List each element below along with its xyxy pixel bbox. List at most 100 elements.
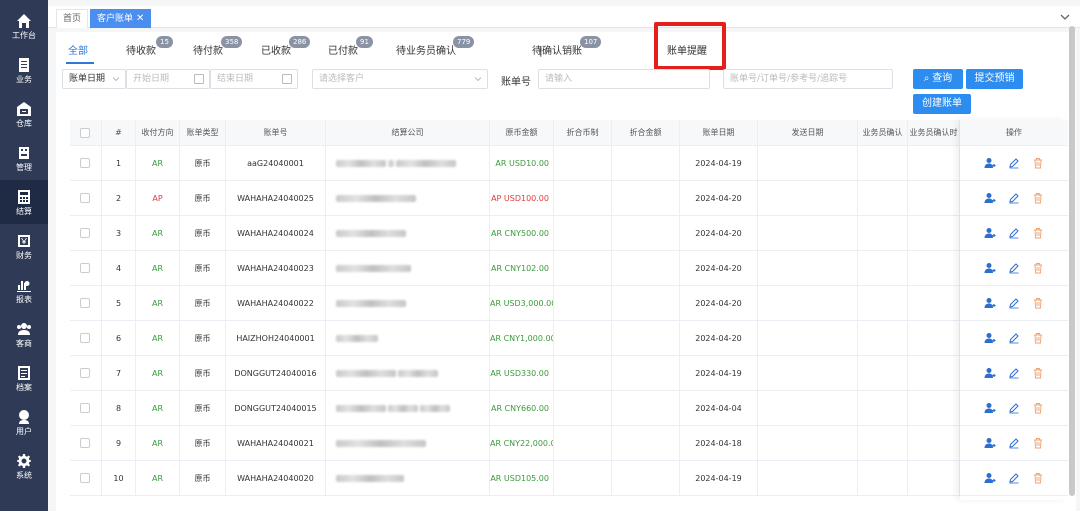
sidebar-item-business[interactable]: 业务 — [0, 48, 48, 92]
table-row[interactable]: 7 AR 原币 DONGGUT24040016 AR USD330.00 2024-04-… — [70, 356, 1068, 391]
edit-icon[interactable] — [1008, 227, 1020, 239]
delete-icon[interactable] — [1032, 332, 1044, 344]
row-checkbox[interactable] — [80, 438, 90, 448]
status-tab-pending-salesman[interactable]: 待业务员确认 779 — [396, 36, 475, 60]
date-type-select[interactable]: 账单日期 — [62, 69, 126, 89]
assign-user-icon[interactable] — [984, 472, 996, 484]
sidebar-item-customers[interactable]: 客商 — [0, 312, 48, 356]
cell-conv-currency — [554, 321, 612, 356]
cell-conv-currency — [554, 286, 612, 321]
submit-writeoff-button[interactable]: 提交预销 — [966, 69, 1023, 89]
vertical-scrollbar[interactable] — [1069, 26, 1075, 496]
close-icon[interactable]: ✕ — [136, 13, 144, 24]
status-tab-received[interactable]: 已收款 286 — [261, 36, 311, 60]
table-row[interactable]: 5 AR 原币 WAHAHA24040022 AR USD3,000.00 2024-04… — [70, 286, 1068, 321]
assign-user-icon[interactable] — [984, 262, 996, 274]
count-badge: 358 — [221, 36, 243, 48]
cell-bill-date: 2024-04-19 — [680, 356, 758, 391]
delete-icon[interactable] — [1032, 192, 1044, 204]
status-tab-pending-receipt[interactable]: 待收款 15 — [126, 36, 173, 60]
status-tab-pending-writeoff[interactable]: 待确认销账 107 — [532, 36, 602, 60]
row-checkbox[interactable] — [80, 193, 90, 203]
status-tab-pending-payment[interactable]: 待付款 358 — [193, 36, 243, 60]
assign-user-icon[interactable] — [984, 297, 996, 309]
delete-icon[interactable] — [1032, 472, 1044, 484]
assign-user-icon[interactable] — [984, 157, 996, 169]
cell-direction: AR — [136, 321, 180, 356]
sidebar-item-report[interactable]: 报表 — [0, 268, 48, 312]
edit-icon[interactable] — [1008, 367, 1020, 379]
status-tab-paid[interactable]: 已付款 91 — [328, 36, 373, 60]
row-checkbox[interactable] — [80, 263, 90, 273]
chevron-down-icon[interactable] — [1058, 10, 1072, 24]
cell-direction: AR — [136, 216, 180, 251]
reference-search-input[interactable]: 账单号/订单号/参考号/追踪号 — [723, 69, 893, 89]
table-row[interactable]: 10 AR 原币 WAHAHA24040020 AR USD105.00 2024-04-… — [70, 461, 1068, 496]
table-row[interactable]: 8 AR 原币 DONGGUT24040015 AR CNY660.00 2024-04-… — [70, 391, 1068, 426]
edit-icon[interactable] — [1008, 157, 1020, 169]
table-row[interactable]: 2 AP 原币 WAHAHA24040025 AP USD100.00 2024-04-2… — [70, 181, 1068, 216]
delete-icon[interactable] — [1032, 367, 1044, 379]
delete-icon[interactable] — [1032, 157, 1044, 169]
status-tab-all[interactable]: 全部 — [68, 44, 88, 60]
delete-icon[interactable] — [1032, 402, 1044, 414]
assign-user-icon[interactable] — [984, 402, 996, 414]
customer-select[interactable]: 请选择客户 — [312, 69, 488, 89]
row-checkbox[interactable] — [80, 298, 90, 308]
cell-direction: AR — [136, 391, 180, 426]
delete-icon[interactable] — [1032, 262, 1044, 274]
tab-home[interactable]: 首页 — [56, 9, 89, 28]
tab-customer-bills[interactable]: 客户账单 ✕ — [90, 9, 152, 28]
edit-icon[interactable] — [1008, 437, 1020, 449]
start-date-input[interactable]: 开始日期 — [126, 69, 210, 89]
assign-user-icon[interactable] — [984, 367, 996, 379]
cell-company — [326, 461, 490, 496]
sidebar-item-user[interactable]: 用户 — [0, 400, 48, 444]
sidebar-item-settlement[interactable]: 结算 — [0, 180, 48, 224]
assign-user-icon[interactable] — [984, 227, 996, 239]
edit-icon[interactable] — [1008, 402, 1020, 414]
sidebar-item-system[interactable]: 系统 — [0, 444, 48, 488]
assign-user-icon[interactable] — [984, 192, 996, 204]
assign-user-icon[interactable] — [984, 332, 996, 344]
calendar-icon — [194, 74, 204, 84]
row-checkbox[interactable] — [80, 368, 90, 378]
cell-conv-currency — [554, 216, 612, 251]
row-checkbox[interactable] — [80, 333, 90, 343]
table-row[interactable]: 1 AR 原币 aaG24040001 AR USD10.00 2024-04-19 — [70, 146, 1068, 181]
sidebar-item-warehouse[interactable]: 仓库 — [0, 92, 48, 136]
cell-salesman-confirm-time — [908, 146, 960, 181]
edit-icon[interactable] — [1008, 262, 1020, 274]
query-button[interactable]: ⌕ 查询 — [913, 69, 963, 89]
table-row[interactable]: 6 AR 原币 HAIZHOH24040001 AR CNY1,000.00 2024-0… — [70, 321, 1068, 356]
table-row[interactable]: 9 AR 原币 WAHAHA24040021 AR CNY22,000.00 2024-0… — [70, 426, 1068, 461]
row-checkbox[interactable] — [80, 403, 90, 413]
sidebar-item-workbench[interactable]: 工作台 — [0, 4, 48, 48]
row-checkbox[interactable] — [80, 228, 90, 238]
delete-icon[interactable] — [1032, 227, 1044, 239]
assign-user-icon[interactable] — [984, 437, 996, 449]
finance-icon — [18, 234, 30, 247]
status-tab-label: 全部 — [68, 46, 88, 57]
cell-amount: AR USD105.00 — [490, 461, 554, 496]
delete-icon[interactable] — [1032, 437, 1044, 449]
row-checkbox[interactable] — [80, 473, 90, 483]
edit-icon[interactable] — [1008, 472, 1020, 484]
sidebar-item-finance[interactable]: 财务 — [0, 224, 48, 268]
warehouse-icon — [17, 101, 31, 116]
table-row[interactable]: 4 AR 原币 WAHAHA24040023 AR CNY102.00 2024-04-2… — [70, 251, 1068, 286]
create-bill-button[interactable]: 创建账单 — [913, 94, 971, 114]
cell-salesman-confirm-time — [908, 181, 960, 216]
sidebar-item-manage[interactable]: 管理 — [0, 136, 48, 180]
edit-icon[interactable] — [1008, 297, 1020, 309]
bill-no-input[interactable]: 请输入 — [538, 69, 710, 89]
table-row[interactable]: 3 AR 原币 WAHAHA24040024 AR CNY500.00 2024-04-2… — [70, 216, 1068, 251]
sidebar-item-archive[interactable]: 档案 — [0, 356, 48, 400]
delete-icon[interactable] — [1032, 297, 1044, 309]
row-checkbox[interactable] — [80, 158, 90, 168]
edit-icon[interactable] — [1008, 192, 1020, 204]
cell-type: 原币 — [180, 286, 226, 321]
select-all-checkbox[interactable] — [80, 128, 90, 138]
edit-icon[interactable] — [1008, 332, 1020, 344]
end-date-input[interactable]: 结束日期 — [210, 69, 298, 89]
